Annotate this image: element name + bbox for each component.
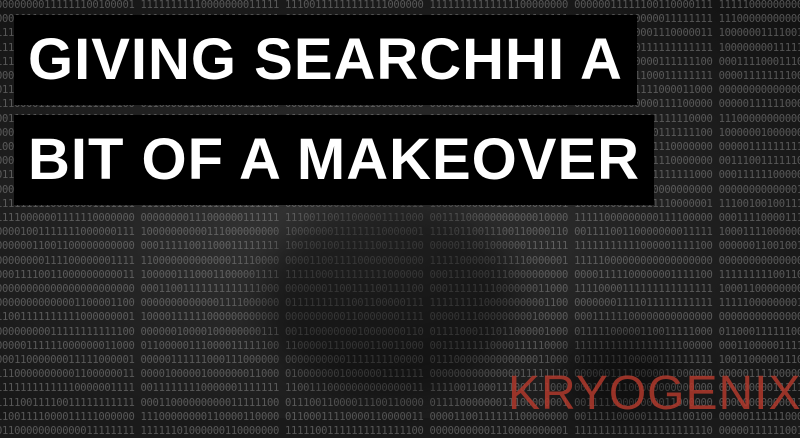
watermark-logo: KRYOGENIX — [508, 367, 800, 420]
title-line-2: BIT OF A MAKEOVER — [14, 115, 655, 205]
face-shadow — [260, 200, 520, 400]
title-line-1: GIVING SEARCHHI A — [14, 15, 637, 105]
